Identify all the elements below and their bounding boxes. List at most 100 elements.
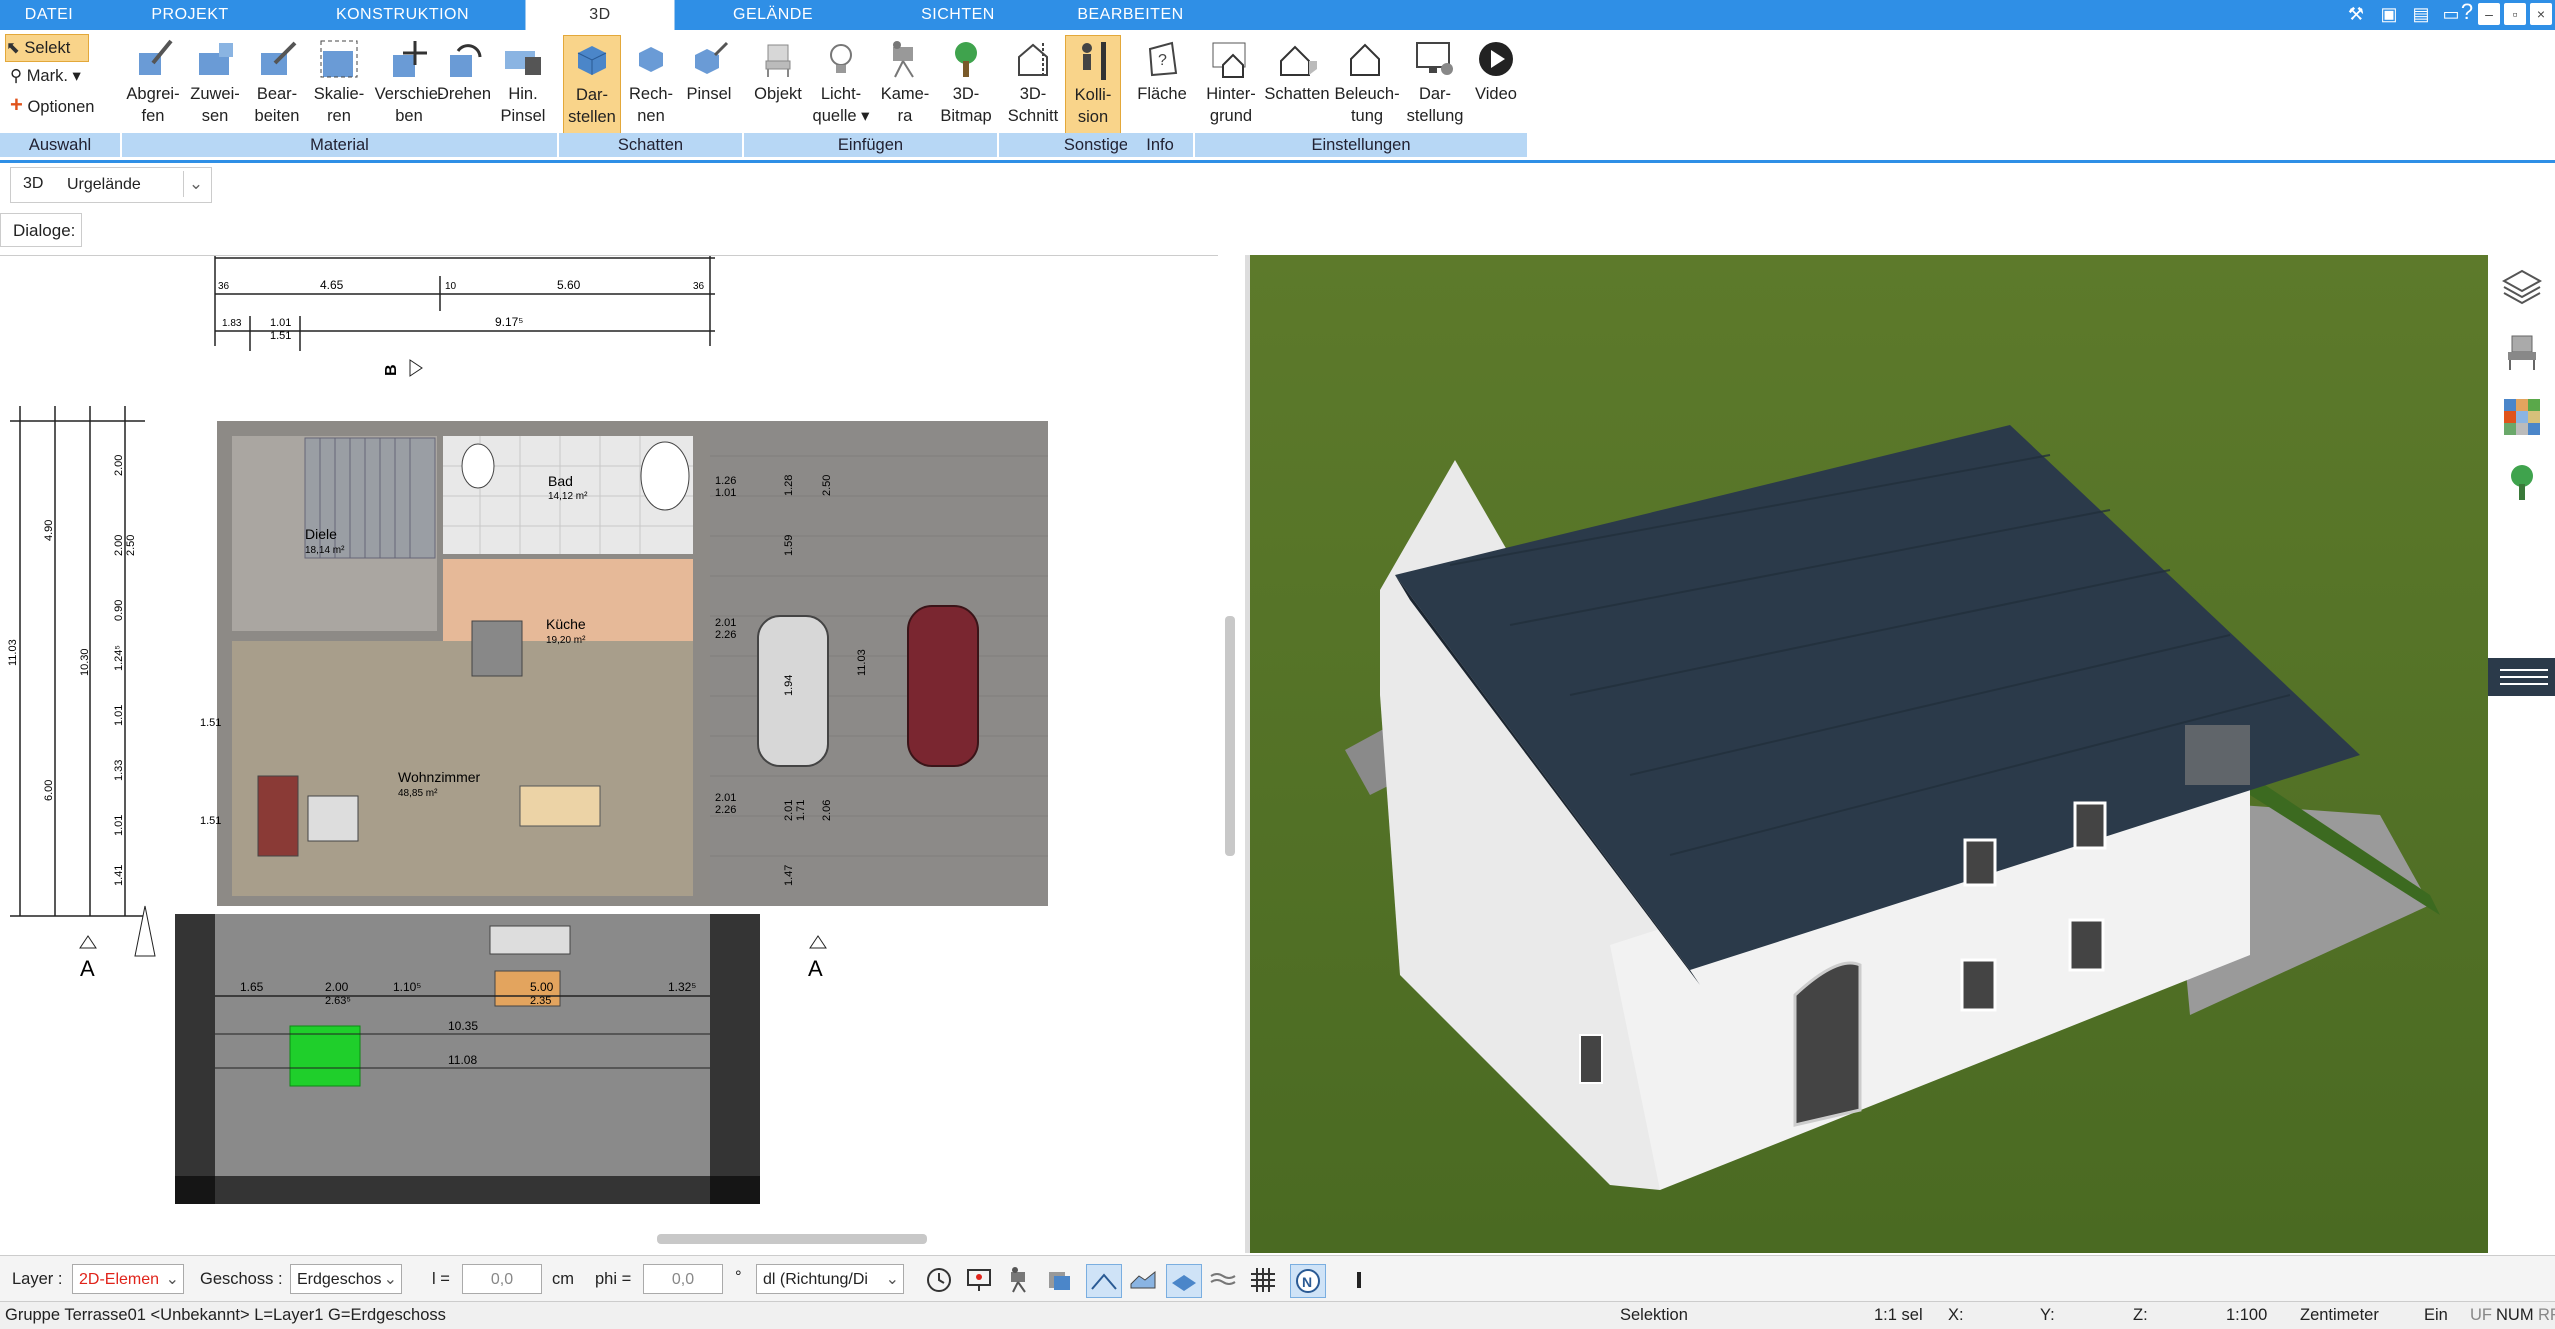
roof-view-icon[interactable]	[1086, 1264, 1122, 1298]
help-icon[interactable]: ?	[2456, 1, 2478, 23]
north-icon[interactable]: N	[1290, 1264, 1326, 1298]
tab-projekt[interactable]: PROJEKT	[100, 0, 280, 30]
toilet[interactable]	[461, 443, 495, 489]
area-info-icon: ?	[1131, 35, 1193, 83]
dim-165: 1.65	[240, 980, 264, 994]
material-catalog-icon[interactable]	[2502, 397, 2542, 437]
hamburger-icon	[2500, 669, 2548, 685]
group-auswahl: Auswahl	[0, 133, 120, 157]
terrain-icon[interactable]	[1126, 1264, 1160, 1296]
scale-button[interactable]: Skalie-ren	[308, 35, 370, 135]
phi-input[interactable]: 0,0	[643, 1264, 723, 1294]
bathtub[interactable]	[640, 441, 690, 511]
kitchen-counter[interactable]	[471, 620, 523, 677]
more-vertical-icon[interactable]	[1342, 1264, 1376, 1296]
layers-stack-icon[interactable]	[1042, 1264, 1076, 1296]
layer-label: Layer :	[12, 1270, 63, 1288]
assign-material-button[interactable]: Zuwei-sen	[184, 35, 246, 135]
chevron-down-icon[interactable]: ⌄	[183, 171, 208, 197]
dining-table[interactable]	[519, 785, 601, 827]
rotate-icon	[430, 35, 498, 83]
furniture-catalog-icon[interactable]	[2502, 332, 2542, 372]
window-3d-1[interactable]	[1963, 838, 1997, 887]
l-input[interactable]: 0,0	[462, 1264, 542, 1294]
layers-icon[interactable]	[2501, 267, 2543, 307]
window-3d-4[interactable]	[2068, 918, 2105, 972]
window-3d-2[interactable]	[2073, 801, 2107, 850]
dim-201-g2: 2.01	[715, 792, 736, 804]
door-3d[interactable]	[1793, 961, 1862, 1127]
dim-226-g: 2.26	[715, 629, 736, 641]
tab-3d[interactable]: 3D	[525, 0, 675, 30]
show-shadow-button[interactable]: Dar-stellen	[563, 35, 621, 135]
options-button[interactable]: + Optionen	[10, 92, 120, 118]
sofa[interactable]	[257, 775, 299, 857]
background-button[interactable]: Hinter-grund	[1198, 35, 1264, 135]
dim-206: 2.06	[821, 800, 833, 821]
tools-icon[interactable]: ⚒	[2345, 3, 2367, 25]
dim-133: 1.33	[113, 760, 125, 781]
direction-select[interactable]: dl (Richtung/Di ⌄	[756, 1264, 904, 1294]
shadow-brush-button[interactable]: Pinsel	[680, 35, 738, 135]
mark-button[interactable]: ⚲ Mark. ▾	[10, 63, 100, 89]
window-icon[interactable]: ▤	[2410, 3, 2432, 25]
tab-datei[interactable]: DATEI	[0, 0, 98, 30]
restore-button[interactable]: ▫	[2504, 3, 2526, 25]
green-table[interactable]	[289, 1025, 361, 1087]
waves-icon[interactable]	[1206, 1264, 1240, 1296]
minimize-button[interactable]: –	[2478, 3, 2500, 25]
light-source-button[interactable]: Licht-quelle ▾	[810, 35, 872, 135]
collision-button[interactable]: Kolli-sion	[1065, 35, 1121, 135]
hint-brush-button[interactable]: Hin. Pinsel	[498, 35, 548, 135]
car-red[interactable]	[907, 605, 979, 767]
side-window-3d[interactable]	[1579, 1034, 1603, 1084]
3d-bitmap-button[interactable]: 3D- Bitmap	[936, 35, 996, 135]
terrace[interactable]	[215, 914, 710, 1176]
grid-icon[interactable]	[1246, 1264, 1280, 1296]
panel-menu-button[interactable]	[2488, 658, 2555, 696]
plan-horizontal-scrollbar[interactable]	[657, 1234, 927, 1244]
terrain-select[interactable]: 3D Urgelände ⌄	[10, 167, 212, 203]
select-button[interactable]: ⬉ Selekt	[5, 34, 89, 62]
dim-151-left-b: 1.51	[200, 815, 221, 827]
lounge-sofa[interactable]	[489, 925, 571, 955]
pick-material-button[interactable]: Abgrei-fen	[122, 35, 184, 135]
export-icon[interactable]: ▣	[2378, 3, 2400, 25]
shadow-settings-button[interactable]: Schatten	[1262, 35, 1332, 135]
tab-gelaende[interactable]: GELÄNDE	[673, 0, 873, 30]
tab-sichten[interactable]: SICHTEN	[873, 0, 1043, 30]
3d-view[interactable]	[1250, 255, 2488, 1253]
dim-36a: 36	[218, 281, 230, 292]
tab-konstruktion[interactable]: KONSTRUKTION	[280, 0, 525, 30]
area-button[interactable]: ? Fläche	[1131, 35, 1193, 135]
window-3d-3[interactable]	[1960, 958, 1997, 1012]
plant-catalog-icon[interactable]	[2502, 462, 2542, 502]
dim-101-left-b: 1.01	[113, 815, 125, 836]
floor-plan-drawing: 4.65 5.60 9.17⁵ 1.01 1.51 36 10 36 1.83 …	[7, 256, 1048, 1206]
monitor-icon[interactable]	[962, 1264, 996, 1296]
coffee-table[interactable]	[307, 795, 359, 842]
camera-button[interactable]: Kame-ra	[874, 35, 936, 135]
video-button[interactable]: Video	[1468, 35, 1524, 135]
edit-material-button[interactable]: Bear-beiten	[246, 35, 308, 135]
tab-bearbeiten[interactable]: BEARBEITEN	[1043, 0, 1218, 30]
clock-icon[interactable]	[922, 1264, 956, 1296]
geschoss-select[interactable]: Erdgeschos ⌄	[290, 1264, 402, 1294]
lighting-button[interactable]: Beleuch-tung	[1332, 35, 1402, 135]
group-einstellungen: Einstellungen	[1195, 133, 1527, 157]
cube-shadow-icon	[564, 36, 620, 84]
rotate-button[interactable]: Drehen	[430, 35, 498, 135]
chevron-down-icon: ⌄	[885, 1271, 899, 1288]
plan-vertical-scrollbar[interactable]	[1225, 616, 1235, 856]
calc-shadow-button[interactable]: Rech-nen	[622, 35, 680, 135]
layer-select[interactable]: 2D-Elemen ⌄	[72, 1264, 184, 1294]
camera-path-icon[interactable]	[1002, 1264, 1036, 1296]
dialogs-label[interactable]: Dialoge:	[0, 213, 82, 247]
display-settings-button[interactable]: Dar-stellung	[1402, 35, 1468, 135]
floor-plan-view[interactable]: 4.65 5.60 9.17⁵ 1.01 1.51 36 10 36 1.83 …	[0, 255, 1235, 1244]
close-button[interactable]: ×	[2530, 3, 2552, 25]
3d-section-button[interactable]: 3D- Schnitt	[1003, 35, 1063, 135]
insert-object-button[interactable]: Objekt	[746, 35, 810, 135]
plane-icon[interactable]	[1166, 1264, 1202, 1298]
dim-171: 1.71	[795, 800, 807, 821]
